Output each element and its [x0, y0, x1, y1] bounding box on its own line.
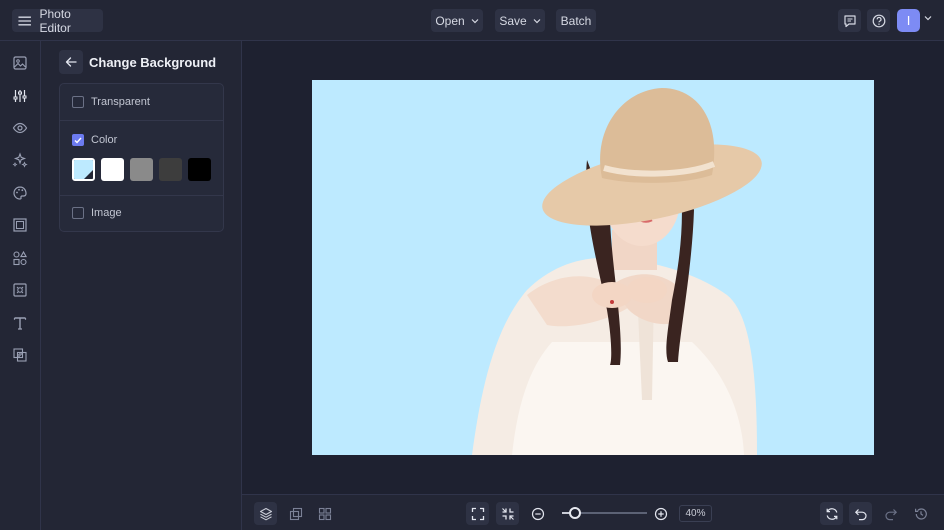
sliders-icon: [13, 90, 27, 102]
hamburger-icon: [18, 15, 32, 26]
palette-icon: [13, 186, 27, 200]
zoom-in-button[interactable]: [649, 502, 672, 525]
zoom-slider-handle[interactable]: [569, 507, 582, 519]
feedback-button[interactable]: [838, 9, 861, 32]
refresh-icon: [826, 507, 837, 520]
color-option[interactable]: Color: [60, 134, 223, 146]
layers-icon: [259, 507, 272, 520]
bottom-toolbar: 40%: [242, 494, 944, 530]
overlays-tool[interactable]: [11, 346, 29, 364]
help-button[interactable]: [867, 9, 890, 32]
chat-icon: [843, 14, 856, 27]
reset-button[interactable]: [820, 502, 843, 525]
overlay-icon: [13, 348, 27, 362]
chevron-down-icon: [533, 18, 541, 23]
color-label: Color: [91, 134, 118, 146]
grid-button[interactable]: [313, 502, 336, 525]
color-checkbox[interactable]: [72, 134, 84, 146]
textures-tool[interactable]: [11, 281, 29, 299]
save-button[interactable]: Save: [495, 9, 545, 32]
redo-icon: [884, 508, 897, 520]
texture-icon: [13, 283, 27, 297]
transparent-checkbox[interactable]: [72, 96, 84, 108]
color-swatch[interactable]: [188, 158, 211, 181]
chevron-down-icon[interactable]: [924, 15, 932, 21]
top-bar: Photo Editor Open Save Batch I: [0, 0, 944, 41]
compare-button[interactable]: [284, 502, 307, 525]
grid-icon: [318, 507, 331, 520]
zoom-out-button[interactable]: [526, 502, 549, 525]
eye-icon: [12, 122, 28, 134]
fit-to-screen-button[interactable]: [466, 502, 489, 525]
image-icon: [13, 56, 27, 70]
redo-button[interactable]: [879, 502, 902, 525]
history-icon: [914, 507, 927, 520]
divider: [60, 195, 223, 196]
image-checkbox[interactable]: [72, 207, 84, 219]
photo-canvas[interactable]: [312, 80, 874, 455]
chevron-down-icon: [471, 18, 479, 23]
portrait-photo: [312, 80, 874, 455]
zoom-percent[interactable]: 40%: [679, 505, 712, 522]
zoom-out-icon: [531, 507, 544, 520]
canvas-workspace: [242, 41, 944, 494]
undo-icon: [854, 508, 867, 520]
app-menu-button[interactable]: Photo Editor: [12, 6, 103, 35]
compare-icon: [289, 507, 302, 520]
divider: [60, 120, 223, 121]
back-button[interactable]: [59, 50, 83, 74]
artsy-tool[interactable]: [11, 184, 29, 202]
sparkle-icon: [12, 152, 28, 168]
frames-tool[interactable]: [11, 216, 29, 234]
image-tool[interactable]: [11, 54, 29, 72]
tool-sidebar: [0, 41, 41, 530]
frame-icon: [13, 218, 27, 232]
open-button-label: Open: [435, 13, 465, 28]
selected-corner-icon: [74, 160, 93, 179]
shapes-icon: [13, 250, 28, 266]
text-tool[interactable]: [11, 314, 29, 332]
color-swatch[interactable]: [159, 158, 182, 181]
transparent-label: Transparent: [91, 96, 150, 108]
image-option[interactable]: Image: [60, 207, 223, 219]
open-button[interactable]: Open: [431, 9, 483, 32]
transparent-option[interactable]: Transparent: [60, 96, 223, 108]
expand-icon: [471, 507, 484, 520]
zoom-slider[interactable]: [562, 507, 647, 519]
background-options: Transparent Color Image: [59, 83, 224, 232]
color-swatch[interactable]: [72, 158, 95, 181]
save-button-label: Save: [499, 13, 527, 28]
color-swatch[interactable]: [130, 158, 153, 181]
checkmark-icon: [74, 137, 82, 144]
layers-button[interactable]: [254, 502, 277, 525]
collapse-icon: [501, 507, 514, 520]
color-swatch[interactable]: [101, 158, 124, 181]
avatar-letter: I: [906, 13, 911, 28]
batch-button[interactable]: Batch: [556, 9, 596, 32]
app-title: Photo Editor: [39, 6, 71, 35]
history-button[interactable]: [909, 502, 932, 525]
touch-up-tool[interactable]: [11, 151, 29, 169]
batch-button-label: Batch: [560, 13, 592, 28]
graphics-tool[interactable]: [11, 249, 29, 267]
zoom-in-icon: [654, 507, 667, 520]
arrow-left-icon: [65, 57, 77, 67]
undo-button[interactable]: [849, 502, 872, 525]
image-label: Image: [91, 207, 122, 219]
panel-title: Change Background: [89, 55, 217, 70]
effects-tool[interactable]: [11, 119, 29, 137]
text-icon: [13, 317, 27, 330]
change-background-panel: Change Background Transparent Color Imag…: [41, 41, 242, 530]
help-icon: [872, 14, 885, 27]
user-avatar[interactable]: I: [897, 9, 920, 32]
adjust-tool[interactable]: [11, 87, 29, 105]
actual-size-button[interactable]: [496, 502, 519, 525]
